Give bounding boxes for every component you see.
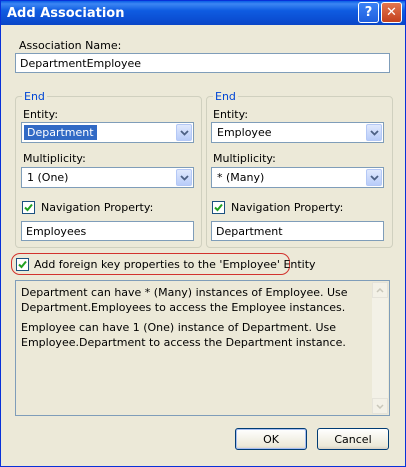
end1-navigation-input[interactable]: Employees bbox=[21, 221, 194, 241]
description-paragraph-1: Department can have * (Many) instances o… bbox=[21, 286, 348, 314]
end2-group-title: End bbox=[213, 90, 238, 103]
end1-entity-value: Department bbox=[24, 125, 97, 140]
end2-multiplicity-label: Multiplicity: bbox=[213, 152, 276, 165]
check-icon bbox=[214, 203, 223, 212]
chevron-down-icon[interactable] bbox=[176, 124, 192, 141]
end2-navigation-input[interactable]: Department bbox=[211, 221, 384, 241]
description-paragraph-2: Employee can have 1 (One) instance of De… bbox=[21, 321, 346, 349]
chevron-down-icon[interactable] bbox=[366, 124, 382, 141]
end1-entity-label: Entity: bbox=[23, 108, 59, 121]
end2-navigation-label: Navigation Property: bbox=[231, 201, 344, 214]
close-icon: ✕ bbox=[386, 5, 397, 20]
description-scrollbar[interactable] bbox=[372, 282, 388, 414]
description-box: Department can have * (Many) instances o… bbox=[15, 280, 390, 416]
chevron-up-icon bbox=[376, 287, 384, 293]
scroll-up-button[interactable] bbox=[372, 282, 388, 298]
help-icon: ? bbox=[364, 5, 373, 20]
association-name-label: Association Name: bbox=[19, 39, 122, 52]
check-icon bbox=[24, 203, 33, 212]
end1-navigation-checkbox[interactable] bbox=[22, 201, 35, 214]
association-name-input[interactable]: DepartmentEmployee bbox=[15, 53, 390, 73]
end2-navigation-checkbox[interactable] bbox=[212, 201, 225, 214]
window-title: Add Association bbox=[7, 6, 125, 21]
end1-multiplicity-label: Multiplicity: bbox=[23, 152, 86, 165]
end2-multiplicity-dropdown[interactable]: * (Many) bbox=[211, 167, 384, 188]
end2-entity-value: Employee bbox=[217, 126, 272, 139]
chevron-down-icon[interactable] bbox=[176, 169, 192, 186]
chevron-down-icon[interactable] bbox=[366, 169, 382, 186]
check-icon bbox=[18, 260, 27, 269]
end1-navigation-label: Navigation Property: bbox=[41, 201, 154, 214]
end1-group-title: End bbox=[22, 90, 47, 103]
end1-multiplicity-value: 1 (One) bbox=[27, 171, 69, 184]
help-button[interactable]: ? bbox=[358, 2, 379, 23]
dialog-window: Add Association ? ✕ Association Name: De… bbox=[0, 0, 406, 467]
end1-multiplicity-dropdown[interactable]: 1 (One) bbox=[21, 167, 194, 188]
title-bar[interactable]: Add Association ? ✕ bbox=[1, 1, 405, 25]
ok-button[interactable]: OK bbox=[235, 428, 307, 450]
scroll-down-button[interactable] bbox=[372, 398, 388, 414]
close-button[interactable]: ✕ bbox=[381, 2, 402, 23]
foreign-key-label: Add foreign key properties to the 'Emplo… bbox=[34, 258, 316, 271]
chevron-down-icon bbox=[376, 403, 384, 409]
end1-entity-dropdown[interactable]: Department bbox=[21, 122, 194, 143]
end2-multiplicity-value: * (Many) bbox=[217, 171, 265, 184]
end2-entity-label: Entity: bbox=[213, 108, 249, 121]
end2-entity-dropdown[interactable]: Employee bbox=[211, 122, 384, 143]
foreign-key-checkbox[interactable] bbox=[16, 258, 29, 271]
cancel-button[interactable]: Cancel bbox=[317, 428, 389, 450]
